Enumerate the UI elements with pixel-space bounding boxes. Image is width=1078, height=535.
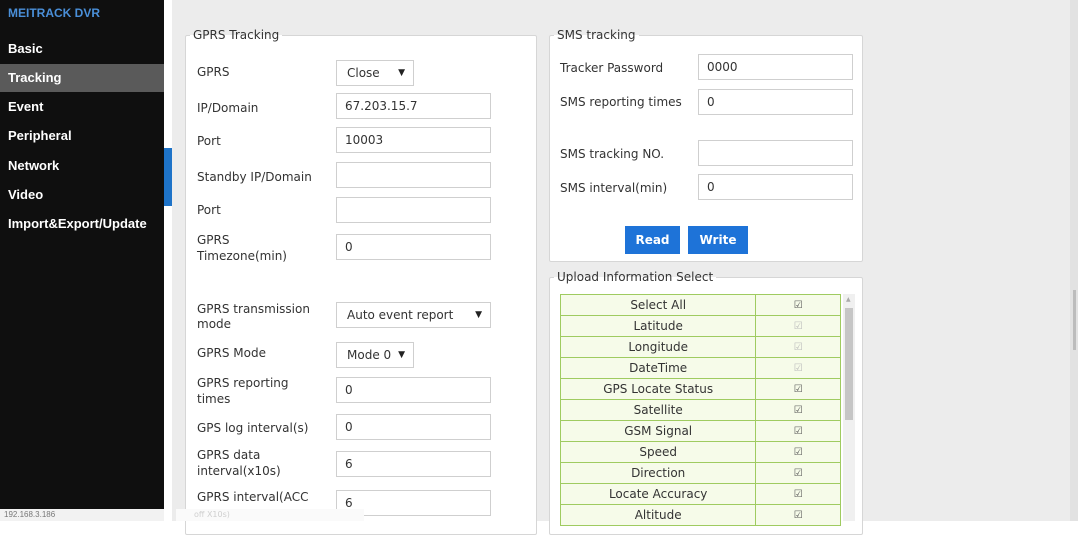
gprs-mode-label: GPRS Mode bbox=[197, 346, 266, 360]
table-row: Longitude ☑ bbox=[559, 336, 841, 358]
chevron-down-icon: ▼ bbox=[398, 68, 405, 78]
upload-field-name: DateTime bbox=[559, 357, 757, 379]
standby-port-label: Port bbox=[197, 203, 221, 217]
gprs-acc-interval-label-line1: GPRS interval(ACC bbox=[197, 490, 309, 504]
gprs-data-interval-input[interactable]: 6 bbox=[336, 451, 491, 477]
table-row: Latitude ☑ bbox=[559, 315, 841, 337]
upload-field-name: Direction bbox=[559, 462, 757, 484]
sms-tracking-legend: SMS tracking bbox=[557, 28, 636, 42]
table-row: Altitude ☑ bbox=[559, 504, 841, 526]
gps-log-interval-input[interactable]: 0 bbox=[336, 414, 491, 440]
table-row: Satellite ☑ bbox=[559, 399, 841, 421]
table-row: Speed ☑ bbox=[559, 441, 841, 463]
table-row: GSM Signal ☑ bbox=[559, 420, 841, 442]
gprs-mode-select-value: Mode 0 bbox=[347, 348, 392, 362]
upload-info-legend: Upload Information Select bbox=[557, 270, 714, 284]
gprs-reporting-times-label-line1: GPRS reporting bbox=[197, 376, 289, 390]
write-button[interactable]: Write bbox=[688, 226, 748, 254]
status-bar-url: 192.168.3.186 bbox=[0, 509, 164, 521]
chevron-down-icon: ▼ bbox=[398, 350, 405, 360]
upload-field-checkbox: ☑ bbox=[755, 336, 841, 358]
sms-interval-input[interactable]: 0 bbox=[698, 174, 853, 200]
upload-field-checkbox[interactable]: ☑ bbox=[755, 294, 841, 316]
upload-info-scrollbar[interactable]: ▲ bbox=[843, 294, 855, 521]
gprs-reporting-times-label-line2: times bbox=[197, 392, 231, 406]
upload-field-checkbox[interactable]: ☑ bbox=[755, 483, 841, 505]
upload-field-name: GPS Locate Status bbox=[559, 378, 757, 400]
gprs-select[interactable]: Close ▼ bbox=[336, 60, 414, 86]
gprs-timezone-label-line2: Timezone(min) bbox=[197, 249, 287, 263]
upload-field-checkbox[interactable]: ☑ bbox=[755, 420, 841, 442]
read-button[interactable]: Read bbox=[625, 226, 680, 254]
sidebar-collapse-handle[interactable] bbox=[164, 148, 172, 206]
sidebar-item-basic[interactable]: Basic bbox=[0, 35, 164, 63]
brand-logo: MEITRACK DVR bbox=[8, 6, 100, 20]
tracker-password-input[interactable]: 0000 bbox=[698, 54, 853, 80]
sidebar-item-import-export-update[interactable]: Import&Export/Update bbox=[0, 210, 164, 238]
gprs-timezone-input[interactable]: 0 bbox=[336, 234, 491, 260]
sms-tracking-no-label: SMS tracking NO. bbox=[560, 147, 665, 161]
sms-reporting-times-label: SMS reporting times bbox=[560, 95, 682, 109]
port-input[interactable]: 10003 bbox=[336, 127, 491, 153]
upload-field-name: GSM Signal bbox=[559, 420, 757, 442]
sms-interval-label: SMS interval(min) bbox=[560, 181, 668, 195]
sidebar: MEITRACK DVR Basic Tracking Event Periph… bbox=[0, 0, 164, 521]
upload-field-name: Latitude bbox=[559, 315, 757, 337]
sidebar-item-tracking[interactable]: Tracking bbox=[0, 64, 164, 92]
table-row: GPS Locate Status ☑ bbox=[559, 378, 841, 400]
page-scrollbar[interactable] bbox=[1070, 0, 1078, 521]
ip-domain-input[interactable]: 67.203.15.7 bbox=[336, 93, 491, 119]
gprs-timezone-label-line1: GPRS bbox=[197, 233, 230, 247]
tracker-password-label: Tracker Password bbox=[560, 61, 664, 75]
gprs-data-interval-label-line1: GPRS data bbox=[197, 448, 261, 462]
upload-field-name: Locate Accuracy bbox=[559, 483, 757, 505]
upload-field-name: Altitude bbox=[559, 504, 757, 526]
gprs-acc-interval-label-line2: off X10s) bbox=[176, 509, 364, 521]
sidebar-item-peripheral[interactable]: Peripheral bbox=[0, 122, 164, 150]
scroll-up-icon[interactable]: ▲ bbox=[846, 296, 851, 303]
gprs-reporting-times-input[interactable]: 0 bbox=[336, 377, 491, 403]
gprs-data-interval-label-line2: interval(x10s) bbox=[197, 464, 281, 478]
sidebar-item-video[interactable]: Video bbox=[0, 181, 164, 209]
sms-reporting-times-input[interactable]: 0 bbox=[698, 89, 853, 115]
upload-field-name: Longitude bbox=[559, 336, 757, 358]
sidebar-item-network[interactable]: Network bbox=[0, 152, 164, 180]
gps-log-interval-label: GPS log interval(s) bbox=[197, 421, 309, 435]
sms-tracking-no-input[interactable] bbox=[698, 140, 853, 166]
transmission-mode-label-line2: mode bbox=[197, 317, 232, 331]
table-row: Direction ☑ bbox=[559, 462, 841, 484]
port-label: Port bbox=[197, 134, 221, 148]
upload-field-checkbox[interactable]: ☑ bbox=[755, 378, 841, 400]
table-row: Select All ☑ bbox=[559, 294, 841, 316]
ip-domain-label: IP/Domain bbox=[197, 101, 259, 115]
chevron-down-icon: ▼ bbox=[475, 310, 482, 320]
transmission-mode-select-value: Auto event report bbox=[347, 308, 454, 322]
sidebar-item-event[interactable]: Event bbox=[0, 93, 164, 121]
table-row: DateTime ☑ bbox=[559, 357, 841, 379]
transmission-mode-select[interactable]: Auto event report ▼ bbox=[336, 302, 491, 328]
upload-field-checkbox: ☑ bbox=[755, 315, 841, 337]
upload-field-checkbox: ☑ bbox=[755, 357, 841, 379]
gprs-tracking-legend: GPRS Tracking bbox=[193, 28, 280, 42]
upload-info-table: Select All ☑ Latitude ☑ Longitude ☑ DateTime ☑ G… bbox=[559, 294, 841, 526]
standby-ip-domain-input[interactable] bbox=[336, 162, 491, 188]
standby-port-input[interactable] bbox=[336, 197, 491, 223]
gprs-mode-select[interactable]: Mode 0 ▼ bbox=[336, 342, 414, 368]
upload-field-name: Select All bbox=[559, 294, 757, 316]
upload-field-checkbox[interactable]: ☑ bbox=[755, 504, 841, 526]
upload-field-checkbox[interactable]: ☑ bbox=[755, 441, 841, 463]
upload-field-name: Speed bbox=[559, 441, 757, 463]
table-row: Locate Accuracy ☑ bbox=[559, 483, 841, 505]
upload-field-checkbox[interactable]: ☑ bbox=[755, 462, 841, 484]
transmission-mode-label-line1: GPRS transmission bbox=[197, 302, 310, 316]
upload-field-checkbox[interactable]: ☑ bbox=[755, 399, 841, 421]
standby-ip-domain-label: Standby IP/Domain bbox=[197, 170, 312, 184]
upload-field-name: Satellite bbox=[559, 399, 757, 421]
gprs-select-value: Close bbox=[347, 66, 380, 80]
gprs-label: GPRS bbox=[197, 65, 230, 79]
scroll-thumb[interactable] bbox=[845, 308, 853, 420]
